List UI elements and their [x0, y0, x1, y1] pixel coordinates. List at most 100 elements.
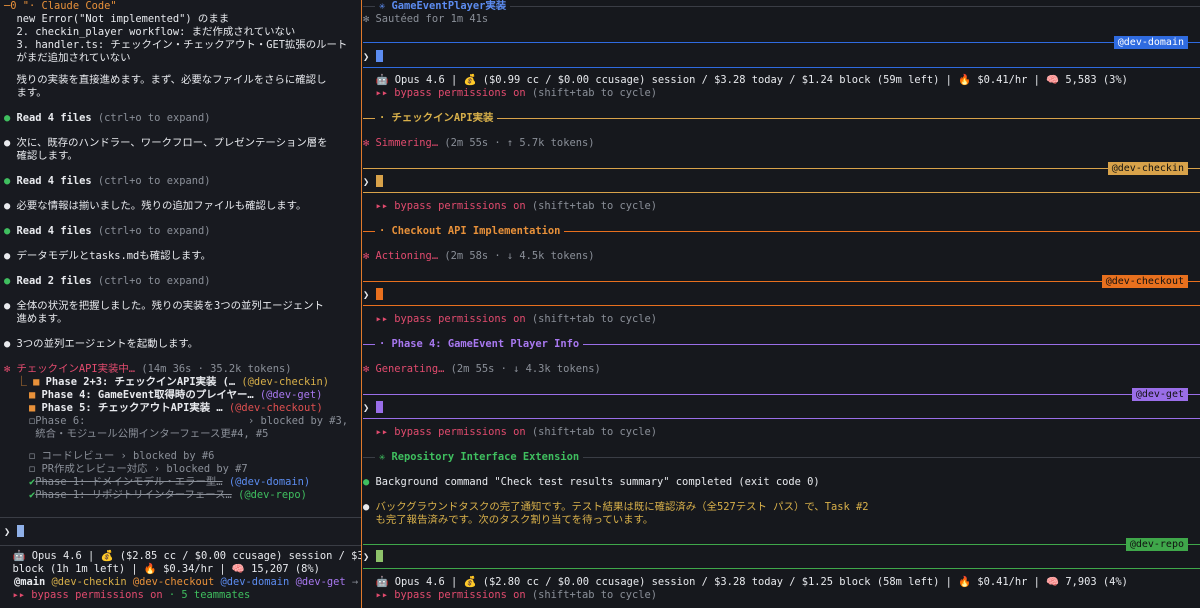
- badge-dev-checkout[interactable]: @dev-checkout: [1101, 275, 1188, 288]
- bypass-label: ▸▸ bypass permissions on: [363, 200, 526, 212]
- message-text: 進めます。: [16, 313, 68, 325]
- task-prefix: ■: [4, 402, 42, 414]
- pane-title: ─0 "· Claude Code": [4, 0, 117, 12]
- message-line: ● 必要な情報は揃いました。残りの追加ファイルも確認します。: [4, 200, 306, 213]
- agent-status: ✻ Generating… (2m 55s · ↓ 4.3k tokens): [363, 363, 601, 376]
- status-line: 🤖 Opus 4.6 | 💰 ($2.80 cc / $0.00 ccusage…: [363, 576, 1128, 588]
- agent-status-label: ✻ Simmering…: [363, 137, 439, 149]
- section-title-text: ✳ GameEventPlayer実装: [379, 0, 507, 12]
- cursor: [375, 50, 383, 62]
- agent-status-label: ✻ Generating…: [363, 363, 445, 375]
- prompt-input[interactable]: ❯: [363, 288, 383, 302]
- bypass-label: ▸▸ bypass permissions on: [363, 313, 526, 325]
- read-row[interactable]: ● Read 4 files (ctrl+o to expand): [4, 225, 210, 238]
- read-label: Read 4 files: [16, 112, 92, 124]
- message-text: 3つの並列エージェントを起動します。: [16, 338, 199, 350]
- expand-hint: (ctrl+o to expand): [97, 225, 211, 237]
- left-pane: ─0 "· Claude Code" new Error("Not implem…: [0, 0, 362, 608]
- bullet-icon: ●: [4, 137, 11, 149]
- read-label: Read 4 files: [16, 175, 92, 187]
- prompt-icon: ❯: [363, 289, 370, 301]
- section-title-text: · Phase 4: GameEvent Player Info: [379, 338, 580, 350]
- task-row[interactable]: ◻ PR作成とレビュー対応 › blocked by #7: [4, 463, 248, 476]
- teammate-checkout[interactable]: @dev-checkout: [133, 576, 214, 588]
- agent-stats: (2m 55s · ↑ 5.7k tokens): [438, 137, 595, 149]
- section-rule: [363, 305, 1200, 306]
- message-line: ● バックグラウンドタスクの完了通知です。テスト結果は既に確認済み（全527テス…: [363, 501, 868, 514]
- bypass-line: ▸▸ bypass permissions on (shift+tab to c…: [363, 87, 658, 100]
- task-row[interactable]: ◻ コードレビュー › blocked by #6: [4, 450, 214, 463]
- badge-dev-get[interactable]: @dev-get: [1131, 388, 1188, 401]
- agent-stats: (2m 55s · ↓ 4.3k tokens): [444, 363, 601, 375]
- message-line: 進めます。: [4, 313, 68, 326]
- teammate-get[interactable]: @dev-get: [296, 576, 346, 588]
- section-rule: [363, 67, 1200, 68]
- cursor: [375, 175, 383, 187]
- task-row-done[interactable]: ✔Phase 1: ドメインモデル・エラー型… (@dev-domain): [4, 476, 310, 489]
- task-row[interactable]: ⎿ ■ Phase 2+3: チェックインAPI実装 (… (@dev-chec…: [4, 376, 330, 389]
- prompt-input[interactable]: ❯: [363, 50, 383, 64]
- section-title: · チェックインAPI実装: [375, 112, 498, 125]
- task-row[interactable]: ■ Phase 4: GameEvent取得時のプレイヤー… (@dev-get…: [4, 389, 322, 402]
- bypass-line: ▸▸ bypass permissions on (shift+tab to c…: [363, 589, 658, 602]
- task-header-label: ✻ チェックインAPI実装中…: [4, 363, 136, 375]
- read-label: Read 4 files: [16, 225, 92, 237]
- task-row[interactable]: ■ Phase 5: チェックアウトAPI実装 … (@dev-checkout…: [4, 402, 323, 415]
- prompt-input[interactable]: ❯: [363, 175, 383, 189]
- teammate-checkin[interactable]: @dev-checkin: [52, 576, 127, 588]
- bypass-line: ▸▸ bypass permissions on (shift+tab to c…: [363, 426, 658, 439]
- task-label: Phase 5: チェックアウトAPI実装 …: [41, 402, 223, 414]
- message-line: ● 3つの並列エージェントを起動します。: [4, 338, 198, 351]
- prompt-input[interactable]: ❯: [363, 550, 383, 564]
- bg-command: ● Background command "Check test results…: [363, 476, 820, 489]
- divider: [0, 517, 361, 518]
- bypass-label: ▸▸ bypass permissions on: [363, 589, 526, 601]
- cycle-hint: (shift+tab to cycle): [525, 313, 658, 325]
- prompt-input[interactable]: ❯: [4, 525, 24, 539]
- badge-dev-repo[interactable]: @dev-repo: [1125, 538, 1188, 551]
- task-label: Phase 4: GameEvent取得時のプレイヤー…: [41, 389, 254, 401]
- bullet-icon: ●: [363, 501, 370, 513]
- agent-stats: (2m 58s · ↓ 4.5k tokens): [438, 250, 595, 262]
- cursor: [375, 401, 383, 413]
- read-row[interactable]: ● Read 2 files (ctrl+o to expand): [4, 275, 210, 288]
- prompt-input[interactable]: ❯: [363, 401, 383, 415]
- text-line: 2. checkin_player workflow: まだ作成されていない: [4, 26, 296, 38]
- badge-dev-domain[interactable]: @dev-domain: [1113, 36, 1188, 49]
- badge-dev-checkin[interactable]: @dev-checkin: [1107, 162, 1188, 175]
- agent-status: ✻ Actioning… (2m 58s · ↓ 4.5k tokens): [363, 250, 594, 263]
- teammate-domain[interactable]: @dev-domain: [220, 576, 289, 588]
- task-row-done[interactable]: ✔Phase 1: リポジトリインターフェース… (@dev-repo): [4, 489, 307, 502]
- teammate-main[interactable]: @main: [14, 576, 45, 588]
- task-label: Phase 1: ドメインモデル・エラー型…: [35, 476, 223, 488]
- task-prefix: ■: [4, 389, 42, 401]
- bypass-label: ▸▸ bypass permissions on: [363, 87, 526, 99]
- bypass-label: ▸▸ bypass permissions on: [0, 589, 163, 601]
- message-text: 次に、既存のハンドラー、ワークフロー、プレゼンテーション層を: [16, 137, 328, 149]
- expand-hint: (ctrl+o to expand): [97, 275, 211, 287]
- section-rule: [363, 394, 1200, 395]
- expand-hint: (ctrl+o to expand): [97, 175, 211, 187]
- right-pane: ✳ GameEventPlayer実装 ✻ Sautéed for 1m 41s…: [363, 0, 1200, 608]
- message-text: 必要な情報は揃いました。残りの追加ファイルも確認します。: [16, 200, 307, 212]
- cursor: [16, 525, 24, 537]
- task-agent: (@dev-repo): [238, 489, 307, 501]
- success-dot-icon: ●: [363, 476, 370, 488]
- section-title-text: · Checkout API Implementation: [379, 225, 561, 237]
- bullet-icon: ●: [4, 200, 11, 212]
- message-line: 確認します。: [4, 150, 78, 163]
- expand-hint: (ctrl+o to expand): [97, 112, 211, 124]
- message-line: ● 全体の状況を把握しました。残りの実装を3つの並列エージェント: [4, 300, 324, 313]
- bypass-line: ▸▸ bypass permissions on · 5 teammates: [0, 589, 251, 602]
- read-row[interactable]: ● Read 4 files (ctrl+o to expand): [4, 175, 210, 188]
- bypass-line: ▸▸ bypass permissions on (shift+tab to c…: [363, 200, 658, 213]
- agent-status: ✻ Simmering… (2m 55s · ↑ 5.7k tokens): [363, 137, 594, 150]
- task-row[interactable]: ◻Phase 6: › blocked by #3,: [4, 415, 348, 428]
- bg-command-text: Background command "Check test results s…: [375, 476, 820, 488]
- read-row[interactable]: ● Read 4 files (ctrl+o to expand): [4, 112, 210, 125]
- message-line: ● データモデルとtasks.mdも確認します。: [4, 250, 211, 263]
- section-title: ✳ GameEventPlayer実装: [375, 0, 511, 13]
- message-text: 確認します。: [16, 150, 78, 162]
- cycle-hint: (shift+tab to cycle): [525, 200, 658, 212]
- read-label: Read 2 files: [16, 275, 92, 287]
